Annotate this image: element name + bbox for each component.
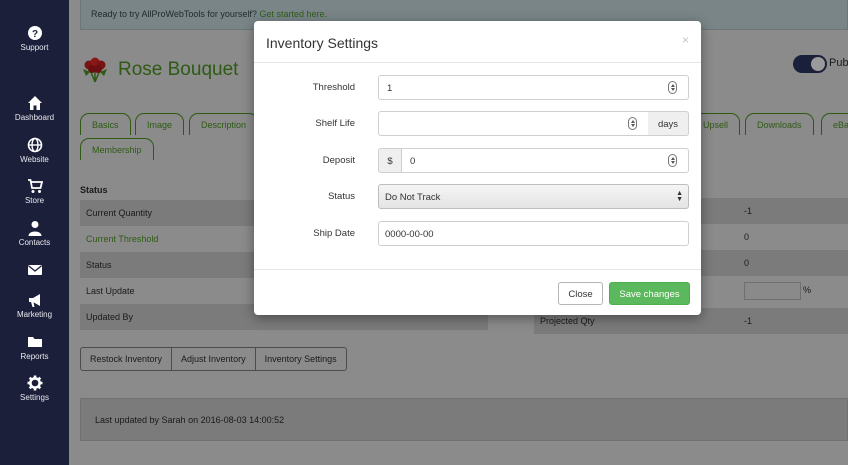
sidebar-item-messages[interactable] — [0, 262, 69, 278]
sidebar-item-marketing[interactable]: Marketing — [0, 292, 69, 319]
close-icon[interactable]: × — [682, 33, 689, 47]
question-circle-icon: ? — [27, 26, 42, 40]
shelf-life-stepper-icon[interactable] — [628, 117, 637, 130]
tab-description[interactable]: Description — [189, 113, 259, 135]
status-select[interactable]: Do Not Track ▲ ▼ — [378, 184, 689, 209]
status-heading: Status — [80, 185, 108, 195]
last-updated-bar: Last updated by Sarah on 2016-08-03 14:0… — [80, 398, 848, 441]
sidebar: ? Support Dashboard Website Store Contac… — [0, 0, 69, 465]
close-button[interactable]: Close — [558, 282, 603, 305]
home-icon — [27, 96, 42, 110]
sidebar-item-settings[interactable]: Settings — [0, 375, 69, 402]
product-header: Rose Bouquet — [80, 56, 238, 84]
megaphone-icon — [28, 294, 40, 307]
restock-inventory-button[interactable]: Restock Inventory — [81, 348, 173, 370]
publish-label: Pub — [829, 57, 848, 69]
sidebar-item-label: Support — [20, 43, 49, 52]
modal-title: Inventory Settings — [266, 35, 379, 51]
shelf-life-input[interactable] — [378, 111, 649, 136]
sidebar-item-store[interactable]: Store — [0, 178, 69, 205]
chevron-up-down-icon: ▲ ▼ — [676, 190, 683, 203]
sidebar-item-support[interactable]: ? Support — [0, 25, 69, 52]
inventory-button-group: Restock Inventory Adjust Inventory Inven… — [80, 347, 347, 371]
tab-ebay[interactable]: eBa — [821, 113, 848, 135]
sidebar-item-label: Website — [20, 155, 49, 164]
last-updated-text: Last updated by Sarah on 2016-08-03 14:0… — [95, 415, 285, 425]
sidebar-item-label: Reports — [20, 352, 49, 361]
projected-qty-value: -1 — [744, 316, 753, 326]
banner-text-wrap: Ready to try AllProWebTools for yourself… — [91, 9, 327, 19]
tab-membership[interactable]: Membership — [80, 138, 154, 160]
publish-toggle[interactable] — [793, 55, 827, 73]
deposit-stepper-icon[interactable] — [668, 154, 677, 167]
dollar-addon: $ — [378, 148, 402, 173]
save-changes-button[interactable]: Save changes — [609, 282, 690, 305]
right-value-3: 0 — [744, 258, 750, 268]
rose-bouquet-icon — [83, 57, 107, 83]
banner-text: Ready to try AllProWebTools for yourself… — [91, 9, 257, 19]
adjust-inventory-button[interactable]: Adjust Inventory — [172, 348, 256, 370]
threshold-input[interactable]: 1 — [378, 75, 689, 100]
ship-date-row: Ship Date 0000-00-00 — [254, 221, 701, 246]
right-value-1: -1 — [744, 206, 753, 216]
days-addon: days — [648, 111, 689, 136]
status-row: Status Do Not Track ▲ ▼ — [254, 184, 701, 209]
cart-icon — [27, 179, 43, 193]
svg-text:?: ? — [31, 29, 37, 40]
product-title: Rose Bouquet — [118, 59, 239, 80]
tab-image[interactable]: Image — [135, 113, 185, 135]
sidebar-item-reports[interactable]: Reports — [0, 334, 69, 361]
folder-icon — [27, 337, 42, 347]
percent-input[interactable] — [744, 282, 801, 300]
threshold-row: Threshold 1 — [254, 75, 701, 100]
sidebar-item-label: Contacts — [18, 238, 51, 247]
sidebar-item-label: Store — [24, 196, 45, 205]
status-label: Status — [328, 191, 355, 202]
get-started-link[interactable]: Get started here. — [259, 9, 327, 19]
ship-date-label: Ship Date — [313, 228, 355, 239]
deposit-label: Deposit — [322, 155, 355, 166]
sidebar-item-contacts[interactable]: Contacts — [0, 220, 69, 247]
tab-basics[interactable]: Basics — [80, 113, 131, 135]
sidebar-item-label: Settings — [20, 393, 49, 402]
projected-qty-label: Projected Qty — [540, 316, 595, 326]
percent-symbol: % — [803, 285, 812, 295]
modal-header: Inventory Settings × — [254, 21, 701, 63]
shelf-life-label: Shelf Life — [315, 118, 355, 129]
envelope-icon — [27, 265, 42, 275]
tab-downloads[interactable]: Downloads — [745, 113, 814, 135]
right-value-2: 0 — [744, 232, 750, 242]
modal-footer: Close Save changes — [254, 269, 701, 315]
gear-icon — [27, 375, 42, 391]
sidebar-item-label: Dashboard — [14, 113, 55, 122]
globe-icon — [27, 137, 42, 153]
sidebar-item-label: Marketing — [16, 310, 53, 319]
deposit-input[interactable]: 0 — [402, 148, 689, 173]
inventory-settings-modal: Inventory Settings × Threshold 1 Shelf L… — [254, 21, 701, 315]
status-select-value: Do Not Track — [385, 192, 441, 203]
threshold-stepper-icon[interactable] — [668, 81, 677, 94]
sidebar-item-dashboard[interactable]: Dashboard — [0, 95, 69, 122]
threshold-label: Threshold — [312, 82, 355, 93]
inventory-settings-button[interactable]: Inventory Settings — [256, 348, 346, 370]
sidebar-item-website[interactable]: Website — [0, 137, 69, 164]
user-icon — [28, 221, 41, 236]
ship-date-input[interactable]: 0000-00-00 — [378, 221, 689, 246]
deposit-row: Deposit $ 0 — [254, 148, 701, 173]
shelf-life-row: Shelf Life days — [254, 111, 701, 136]
